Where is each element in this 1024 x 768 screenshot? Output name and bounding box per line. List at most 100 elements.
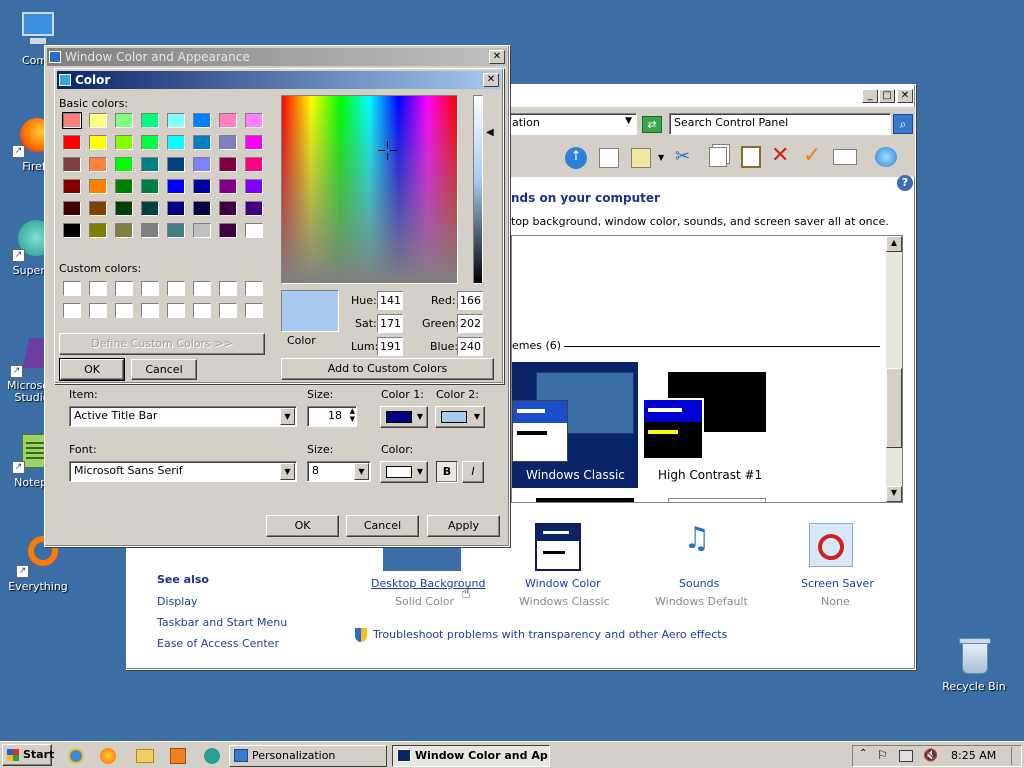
custom-color-swatch[interactable] [167,303,185,318]
basic-color-swatch[interactable] [141,201,159,216]
basic-color-swatch[interactable] [193,223,211,238]
basic-color-swatch[interactable] [167,201,185,216]
custom-color-swatch[interactable] [89,281,107,296]
address-bar[interactable]: ation ▼ [507,113,637,135]
basic-color-swatch[interactable] [193,135,211,150]
apply-button[interactable]: Apply [427,515,500,537]
basic-color-swatch[interactable] [167,179,185,194]
basic-color-swatch[interactable] [63,157,81,172]
luminance-slider[interactable] [473,95,483,284]
cut-icon[interactable]: ✂ [675,146,690,167]
basic-color-swatch[interactable] [245,179,263,194]
custom-color-swatch[interactable] [115,281,133,296]
troubleshoot-link[interactable]: Troubleshoot problems with transparency … [373,628,727,641]
views-icon[interactable] [631,148,651,168]
basic-color-swatch[interactable] [245,135,263,150]
basic-color-swatch[interactable] [167,135,185,150]
desktop-icon-recycle-bin[interactable]: Recycle Bin [936,636,1012,693]
paste-icon[interactable] [741,146,761,168]
search-input[interactable]: Search Control Panel [669,113,891,135]
color-spectrum[interactable] [281,95,458,284]
help-icon[interactable]: ? [897,175,913,191]
basic-color-swatch[interactable] [115,157,133,172]
basic-color-swatch[interactable] [193,179,211,194]
custom-color-swatch[interactable] [245,303,263,318]
theme-list[interactable]: emes (6) Windows Classic High Contrast #… [511,235,903,503]
bold-toggle[interactable]: B [436,461,458,483]
basic-color-swatch[interactable] [245,223,263,238]
basic-color-swatch[interactable] [245,113,263,128]
cancel-button[interactable]: Cancel [346,515,419,537]
basic-color-swatch[interactable] [219,201,237,216]
custom-color-swatch[interactable] [219,281,237,296]
basic-color-swatch[interactable] [115,223,133,238]
custom-color-swatch[interactable] [245,281,263,296]
add-to-custom-colors-button[interactable]: Add to Custom Colors [281,358,494,380]
maximize-button[interactable]: □ [879,89,895,103]
basic-color-swatch[interactable] [115,135,133,150]
basic-color-swatch[interactable] [219,157,237,172]
font-size-dropdown[interactable]: 8 ▼ [307,461,371,482]
scroll-down-button[interactable]: ▼ [886,486,902,502]
basic-color-swatch[interactable] [245,157,263,172]
sat-input[interactable]: 171 [377,314,403,333]
basic-color-swatch[interactable] [115,201,133,216]
volume-muted-icon[interactable]: 🔇 [923,748,938,762]
refresh-icon[interactable]: ⇄ [642,116,662,133]
item-dropdown[interactable]: Active Title Bar ▼ [69,406,297,427]
color2-picker-button[interactable]: ▼ [435,406,485,428]
basic-color-swatch[interactable] [89,179,107,194]
quick-launch-explorer-icon[interactable] [136,749,154,763]
basic-color-swatch[interactable] [141,135,159,150]
see-also-ease-link[interactable]: Ease of Access Center [157,637,279,650]
search-icon[interactable]: ⌕ [893,114,913,134]
chevron-down-icon[interactable]: ▼ [625,116,632,126]
quick-launch-supermium-icon[interactable] [204,748,220,764]
sounds-link[interactable]: Sounds [679,577,719,590]
quick-launch-firefox-icon[interactable] [100,748,116,764]
close-button[interactable]: ✕ [489,50,505,64]
chevron-down-icon[interactable]: ▼ [280,408,295,425]
custom-color-swatch[interactable] [89,303,107,318]
lum-input[interactable]: 191 [377,337,403,356]
basic-color-swatch[interactable] [63,179,81,194]
basic-color-swatch[interactable] [193,201,211,216]
basic-color-swatch[interactable] [141,157,159,172]
network-icon[interactable] [899,750,913,762]
basic-color-swatch[interactable] [141,113,159,128]
custom-color-swatch[interactable] [115,303,133,318]
theme-high-contrast-1[interactable]: High Contrast #1 [642,362,782,488]
basic-color-swatch[interactable] [62,112,82,129]
chevron-down-icon[interactable]: ▼ [354,463,369,480]
basic-color-swatch[interactable] [219,179,237,194]
sounds-icon[interactable]: ♫ [673,521,721,569]
chevron-down-icon[interactable]: ▼ [280,463,295,480]
green-input[interactable]: 202 [457,314,483,333]
basic-color-swatch[interactable] [245,201,263,216]
basic-color-swatch[interactable] [167,223,185,238]
close-button[interactable]: ✕ [897,89,913,103]
shell-icon[interactable] [875,147,897,167]
basic-color-swatch[interactable] [89,223,107,238]
show-desktop-button[interactable] [1011,747,1019,765]
delete-icon[interactable]: ✕ [771,143,789,168]
custom-color-swatch[interactable] [193,303,211,318]
window-color-icon[interactable] [535,523,581,571]
quick-launch-ie-icon[interactable] [68,748,84,764]
basic-color-swatch[interactable] [63,201,81,216]
hue-input[interactable]: 141 [377,291,403,310]
copy-icon[interactable] [709,147,727,167]
basic-color-swatch[interactable] [141,223,159,238]
theme-windows-classic[interactable]: Windows Classic [512,362,638,488]
tray-expand-icon[interactable]: ⌃ [859,748,867,759]
window-color-link[interactable]: Window Color [525,577,601,590]
basic-color-swatch[interactable] [193,157,211,172]
theme-list-scrollbar[interactable]: ▲ ▼ [886,236,902,502]
taskbar-button-window-color[interactable]: Window Color and Ap... [392,745,550,767]
color-cancel-button[interactable]: Cancel [131,359,197,380]
basic-color-swatch[interactable] [89,201,107,216]
custom-color-swatch[interactable] [63,303,81,318]
font-color-picker-button[interactable]: ▼ [380,461,428,483]
up-arrow-icon[interactable]: ↑ [565,147,587,169]
basic-color-swatch[interactable] [89,113,107,128]
